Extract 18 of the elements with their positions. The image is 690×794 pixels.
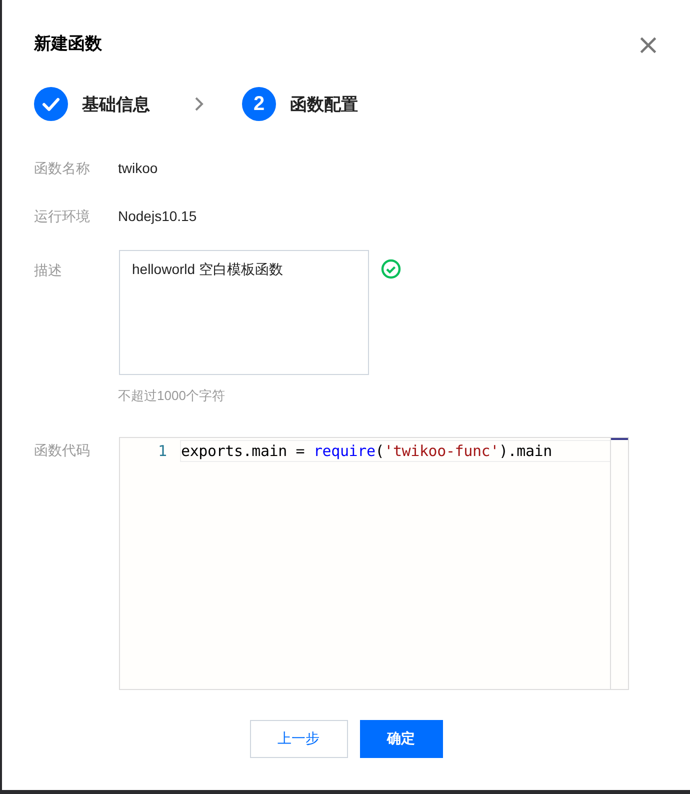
field-label: 函数名称	[34, 159, 91, 178]
field-label: 函数代码	[34, 441, 91, 460]
description-field[interactable]: helloworld 空白模板函数	[119, 250, 369, 375]
hint-text: 不超过1000个字符	[118, 387, 226, 405]
step-label: 函数配置	[290, 94, 358, 116]
chevron-icon	[194, 96, 204, 112]
field-value: Nodejs10.15	[118, 207, 197, 226]
field-label: 运行环境	[34, 207, 91, 226]
step-number: 2	[242, 87, 276, 121]
field-label: 描述	[34, 261, 63, 280]
step-label: 基础信息	[82, 94, 150, 116]
code-editor[interactable]: 1 exports.main = require('twikoo-func').main	[119, 437, 629, 690]
code-line: exports.main = require('twikoo-func').main	[180, 440, 610, 462]
line-number: 1	[156, 441, 168, 462]
confirm-button[interactable]: 确定	[360, 720, 442, 758]
field-value: twikoo	[118, 159, 158, 178]
dialog-title: 新建函数	[34, 32, 102, 54]
back-button[interactable]: 上一步	[250, 720, 348, 758]
